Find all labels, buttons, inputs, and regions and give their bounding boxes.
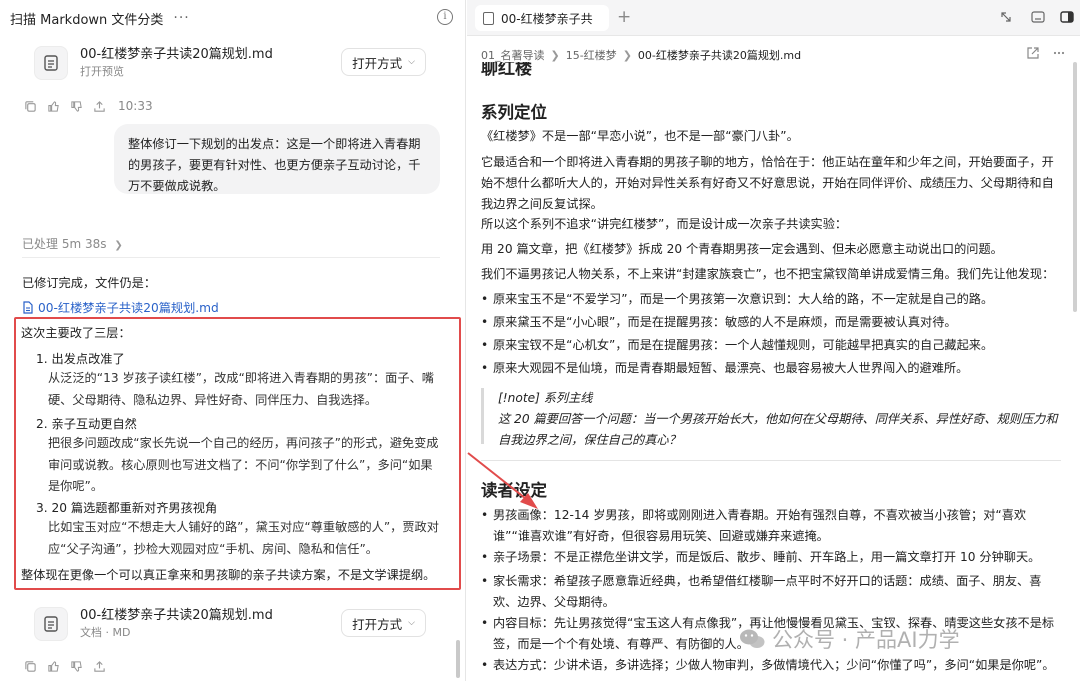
list-item: 原来黛玉不是“小心眼”，而是在提醒男孩：敏感的人不是麻烦，而是需要被认真对待。 (481, 312, 1061, 333)
assistant-done-text: 已修订完成，文件仍是： (22, 276, 157, 290)
wechat-logo-icon (740, 629, 765, 648)
chevron-right-icon: ❯ (114, 240, 123, 251)
breadcrumb-item[interactable]: 15-红楼梦 (566, 47, 617, 63)
breadcrumb-item[interactable]: 01_名著导读 (481, 47, 545, 63)
chat-header: 扫描 Markdown 文件分类 ··· (0, 0, 465, 36)
divider (481, 460, 1061, 461)
open-external-icon[interactable] (1026, 46, 1040, 60)
list-item: 男孩画像：12-14 岁男孩，即将或刚刚进入青春期。开始有强烈自尊，不喜欢被当小… (481, 505, 1061, 547)
paragraph: 《红楼梦》不是一部“早恋小说”，也不是一部“豪门八卦”。 (481, 129, 799, 143)
chevron-down-icon: ⌵ (408, 57, 415, 67)
document-icon (34, 607, 68, 641)
watermark-text: 公众号 · 产品AI力学 (772, 628, 960, 652)
info-icon[interactable]: i (437, 9, 453, 25)
tab-bar: 00-红楼梦亲子共 + (467, 0, 1080, 36)
scrollbar[interactable] (456, 640, 460, 678)
file-name: 00-红楼梦亲子共读20篇规划.md (80, 47, 273, 62)
scrollbar[interactable] (1073, 62, 1077, 312)
message-actions: 10:33 (24, 97, 153, 115)
sidebar-toggle-icon[interactable] (1059, 9, 1075, 25)
paragraph: 它最适合和一个即将进入青春期的男孩子聊的地方，恰恰在于：他正站在童年和少年之间，… (481, 155, 1054, 211)
list-item: 原来宝钗不是“心机女”，而是在提醒男孩：一个人越懂规则，可能越早把真实的自己藏起… (481, 335, 1061, 356)
change-title-1: 1. 出发点改准了 (36, 352, 125, 366)
copy-icon[interactable] (24, 660, 37, 673)
change-body-2: 把很多问题改成“家长先说一个自己的经历，再问孩子”的形式，避免变成审问或说教。核… (48, 436, 439, 493)
chat-title: 扫描 Markdown 文件分类 (10, 12, 164, 28)
thumbs-down-icon[interactable] (70, 660, 83, 673)
change-title-3: 3. 20 篇选题都重新对齐男孩视角 (36, 501, 218, 515)
message-time: 10:33 (118, 99, 153, 113)
list-item: 原来大观园不是仙境，而是青春期最短暂、最漂亮、也最容易被大人世界闯入的避难所。 (481, 358, 1061, 379)
file-link-icon (23, 300, 33, 314)
file-name: 00-红楼梦亲子共读20篇规划.md (80, 608, 273, 623)
list-item: 表达方式：少讲术语，多讲选择；少做人物审判，多做情境代入；少问“你懂了吗”，多问… (481, 655, 1061, 676)
more-icon[interactable] (1052, 46, 1066, 60)
tab-label: 00-红楼梦亲子共 (501, 11, 593, 26)
doc-actions (1026, 46, 1066, 60)
share-icon[interactable] (93, 100, 106, 113)
chevron-down-icon: ⌵ (408, 618, 415, 628)
thumbs-down-icon[interactable] (70, 100, 83, 113)
file-card-bottom[interactable]: 00-红楼梦亲子共读20篇规划.md 文档 · MD 打开方式 ⌵ (22, 597, 440, 651)
file-sub: 打开预览 (80, 65, 124, 78)
note-callout: [!note] 系列主线 这 20 篇要回答一个问题：当一个男孩开始长大，他如何… (481, 388, 1066, 447)
paragraph: 我们不逼男孩记人物关系，不上来讲“封建家族衰亡”，也不把宝黛钗简单讲成爱情三角。… (481, 267, 1055, 281)
change-body-1: 从泛泛的“13 岁孩子读红楼”，改成“即将进入青春期的男孩”：面子、嘴硬、父母期… (48, 371, 434, 407)
document-icon (34, 46, 68, 80)
panel-icon[interactable] (1030, 9, 1046, 25)
user-message-bubble: 整体修订一下规划的出发点：这是一个即将进入青春期的男孩子，要更有针对性、也更方便… (114, 124, 440, 194)
breadcrumb: 01_名著导读 ❯ 15-红楼梦 ❯ 00-红楼梦亲子共读20篇规划.md (481, 47, 801, 63)
list-item: 亲子场景：不是正襟危坐讲文学，而是饭后、散步、睡前、开车路上，用一篇文章打开 1… (481, 547, 1061, 568)
minimize-icon[interactable] (998, 9, 1014, 25)
paragraph: 用 20 篇文章，把《红楼梦》拆成 20 个青春期男孩一定会遇到、但未必愿意主动… (481, 242, 1003, 256)
open-with-label: 打开方式 (352, 55, 403, 71)
file-link-label: 00-红楼梦亲子共读20篇规划.md (38, 301, 219, 315)
breadcrumb-current: 00-红楼梦亲子共读20篇规划.md (637, 49, 802, 62)
partial-heading: 聊红楼 (481, 62, 532, 79)
note-body: 这 20 篇要回答一个问题：当一个男孩开始长大，他如何在父母期待、同伴关系、异性… (498, 412, 1058, 447)
breadcrumb-separator: ❯ (622, 48, 632, 62)
breadcrumb-separator: ❯ (550, 48, 560, 62)
thumbs-up-icon[interactable] (47, 660, 60, 673)
file-link[interactable]: 00-红楼梦亲子共读20篇规划.md (22, 298, 219, 316)
message-actions-bottom (24, 657, 106, 675)
heading-series-positioning: 系列定位 (481, 103, 547, 122)
note-title: [!note] 系列主线 (498, 391, 593, 405)
list-item: 家长需求：希望孩子愿意靠近经典，也希望借红楼聊一点平时不好开口的话题：成绩、面子… (481, 571, 1061, 613)
open-with-label: 打开方式 (352, 616, 403, 632)
document-icon (483, 11, 494, 25)
open-with-button[interactable]: 打开方式 ⌵ (341, 609, 426, 637)
share-icon[interactable] (93, 660, 106, 673)
list-item: 原来宝玉不是“不爱学习”，而是一个男孩第一次意识到：大人给的路，不一定就是自己的… (481, 289, 1061, 310)
change-body-3: 比如宝玉对应“不想走大人铺好的路”，黛玉对应“尊重敏感的人”，贾政对应“父子沟通… (48, 520, 439, 556)
document-pane: 00-红楼梦亲子共 + 01_名著导读 ❯ 15-红楼梦 ❯ 00-红楼梦亲子共… (467, 0, 1080, 681)
processed-toggle[interactable]: 已处理 5m 38s ❯ (22, 235, 123, 252)
divider (22, 257, 440, 258)
paragraph: 所以这个系列不追求“讲完红楼梦”，而是设计成一次亲子共读实验： (481, 217, 848, 231)
summary-outro: 整体现在更像一个可以真正拿来和男孩聊的亲子共读方案，不是文学课提纲。 (21, 568, 436, 582)
file-card-top[interactable]: 00-红楼梦亲子共读20篇规划.md 打开预览 打开方式 ⌵ (22, 36, 440, 90)
summary-intro: 这次主要改了三层： (21, 326, 131, 340)
processed-label: 已处理 5m 38s (22, 237, 107, 251)
thumbs-up-icon[interactable] (47, 100, 60, 113)
chat-pane: 扫描 Markdown 文件分类 ··· i 00-红楼梦亲子共读20篇规划.m… (0, 0, 466, 681)
heading-reader-profile: 读者设定 (481, 481, 547, 500)
more-icon[interactable]: ··· (173, 10, 189, 26)
copy-icon[interactable] (24, 100, 37, 113)
file-sub: 文档 · MD (80, 626, 131, 639)
open-with-button[interactable]: 打开方式 ⌵ (341, 48, 426, 76)
new-tab-icon[interactable]: + (617, 7, 631, 27)
tab-document[interactable]: 00-红楼梦亲子共 (475, 5, 609, 31)
change-title-2: 2. 亲子互动更自然 (36, 417, 137, 431)
watermark: 公众号 · 产品AI力学 (738, 624, 960, 654)
